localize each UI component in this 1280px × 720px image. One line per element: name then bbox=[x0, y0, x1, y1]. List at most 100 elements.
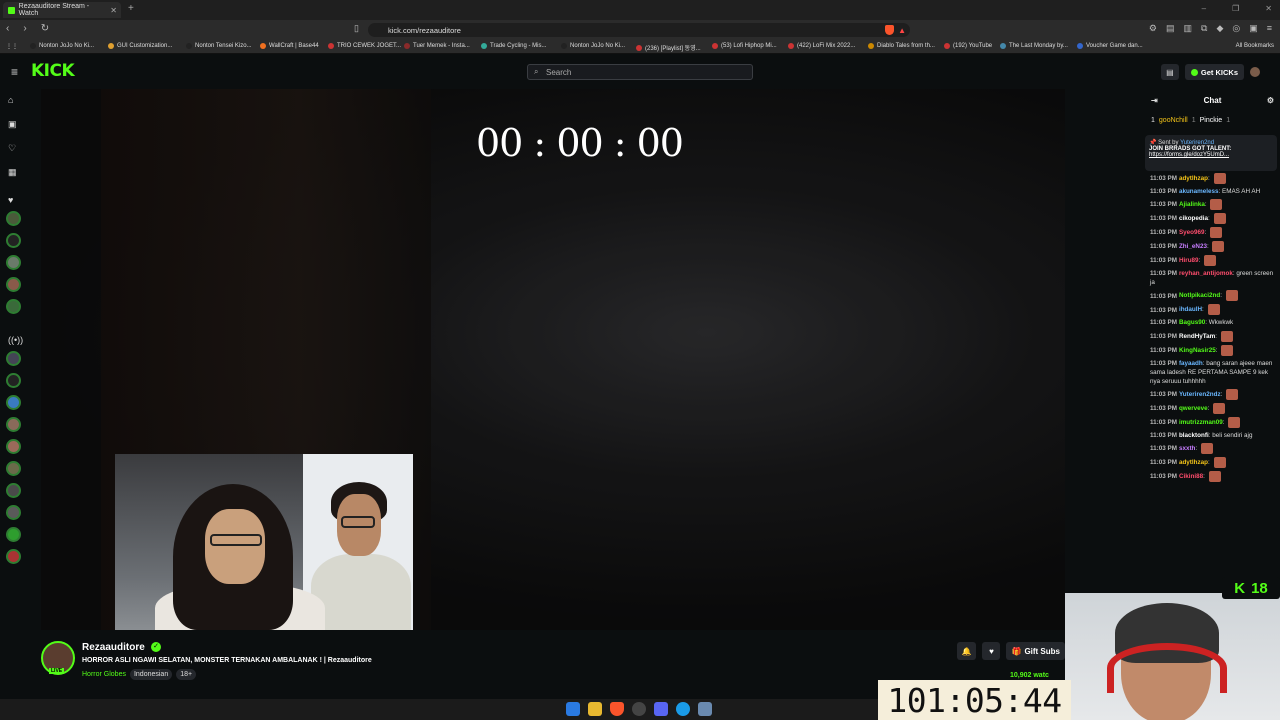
bookmark-item[interactable]: (192) YouTube bbox=[944, 43, 992, 49]
bookmark-item[interactable]: WallCraft | Base44 bbox=[260, 43, 319, 49]
message-username[interactable]: Ajialinka bbox=[1179, 201, 1205, 208]
mature-tag[interactable]: 18+ bbox=[176, 669, 197, 680]
bookmark-item[interactable]: (422) LoFi Mix 2022... bbox=[788, 43, 855, 49]
bookmark-item[interactable]: Nonton Tensei Kizo... bbox=[186, 43, 252, 49]
message-username[interactable]: cikopedia bbox=[1179, 215, 1208, 222]
brave-shield-icon[interactable] bbox=[885, 25, 894, 35]
follow-heart-button[interactable]: ♥ bbox=[982, 642, 1001, 660]
minimize-icon[interactable]: – bbox=[1202, 4, 1206, 13]
forward-icon[interactable]: › bbox=[23, 23, 26, 34]
new-tab-icon[interactable]: + bbox=[128, 3, 134, 14]
reload-icon[interactable]: ↻ bbox=[41, 23, 49, 34]
followed-channel-avatar[interactable] bbox=[6, 255, 21, 270]
followed-channel-avatar[interactable] bbox=[6, 299, 21, 314]
bookmark-item[interactable]: Nonton JoJo No Ki... bbox=[30, 43, 94, 49]
sidebar-icon[interactable]: ▥ bbox=[1183, 23, 1192, 34]
message-username[interactable]: blacktonfi bbox=[1179, 432, 1209, 439]
all-bookmarks-button[interactable]: All Bookmarks bbox=[1236, 43, 1274, 49]
pinned-link[interactable]: https://forms.gle/dozY5UmD... bbox=[1149, 152, 1229, 158]
message-username[interactable]: fayaadh bbox=[1179, 360, 1203, 367]
clips-icon[interactable]: ▦ bbox=[8, 167, 17, 178]
apps-icon[interactable]: ⋮⋮ bbox=[6, 43, 18, 50]
bookmark-item[interactable]: Voucher Game dan... bbox=[1077, 43, 1143, 49]
file-explorer-icon[interactable] bbox=[588, 702, 602, 716]
url-field[interactable]: kick.com/rezaauditore ▲ bbox=[368, 23, 910, 37]
recommended-channel-avatar[interactable] bbox=[6, 483, 21, 498]
recommended-channel-avatar[interactable] bbox=[6, 395, 21, 410]
home-icon[interactable]: ⌂ bbox=[8, 95, 13, 105]
message-username[interactable]: reyhan_antijomok bbox=[1179, 270, 1233, 277]
chat-settings-icon[interactable]: ⚙ bbox=[1267, 96, 1274, 105]
gift-subs-button[interactable]: 🎁 Gift Subs bbox=[1006, 642, 1065, 660]
discord-icon[interactable] bbox=[654, 702, 668, 716]
category-link[interactable]: Horror Globes bbox=[82, 671, 126, 678]
kick-logo[interactable]: KICK bbox=[31, 61, 75, 81]
message-username[interactable]: imutrizzman09 bbox=[1179, 419, 1223, 426]
video-player[interactable]: 00 : 00 : 00 bbox=[41, 89, 1065, 630]
recommended-channel-avatar[interactable] bbox=[6, 351, 21, 366]
extension-icon[interactable]: ▤ bbox=[1166, 23, 1175, 34]
recommended-channel-avatar[interactable] bbox=[6, 527, 21, 542]
browser-tab[interactable]: Rezaauditore Stream - Watch ✕ bbox=[3, 2, 121, 18]
language-tag[interactable]: Indonesian bbox=[129, 669, 173, 680]
recommended-channel-avatar[interactable] bbox=[6, 549, 21, 564]
wallet-icon[interactable]: ▣ bbox=[1249, 23, 1258, 34]
search-input[interactable]: ⌕ Search bbox=[527, 64, 753, 80]
message-username[interactable]: Zhi_eN23 bbox=[1179, 243, 1207, 250]
notification-bell-button[interactable]: 🔔 bbox=[956, 642, 977, 660]
vpn-icon[interactable]: ◎ bbox=[1232, 23, 1240, 34]
close-window-icon[interactable]: ✕ bbox=[1265, 4, 1272, 13]
bookmark-item[interactable]: Trade Cycling - Mis... bbox=[481, 43, 546, 49]
menu-icon[interactable]: ≡ bbox=[1267, 23, 1272, 34]
bookmark-item[interactable]: GUI Customization... bbox=[108, 43, 172, 49]
message-username[interactable]: adytlhzap bbox=[1179, 175, 1208, 182]
bookmark-item[interactable]: The Last Monday by... bbox=[1000, 43, 1068, 49]
bookmark-item[interactable]: (53) Lofi Hiphop Mi... bbox=[712, 43, 777, 49]
message-username[interactable]: Hiru89 bbox=[1179, 257, 1199, 264]
channel-name[interactable]: Rezaauditore bbox=[82, 642, 145, 653]
recommended-channel-avatar[interactable] bbox=[6, 373, 21, 388]
brave-rewards-icon[interactable]: ▲ bbox=[898, 26, 906, 35]
recommended-channel-avatar[interactable] bbox=[6, 505, 21, 520]
recommended-channel-avatar[interactable] bbox=[6, 461, 21, 476]
extension-icon[interactable]: ⧉ bbox=[1201, 23, 1207, 34]
obs-icon[interactable] bbox=[632, 702, 646, 716]
maximize-icon[interactable]: ❐ bbox=[1232, 4, 1239, 13]
back-icon[interactable]: ‹ bbox=[6, 23, 9, 34]
recommended-channel-avatar[interactable] bbox=[6, 417, 21, 432]
close-tab-icon[interactable]: ✕ bbox=[110, 6, 117, 15]
leaderboard-user[interactable]: gooNchill bbox=[1159, 117, 1188, 124]
recommended-channel-avatar[interactable] bbox=[6, 439, 21, 454]
edge-icon[interactable] bbox=[676, 702, 690, 716]
browse-icon[interactable]: ▣ bbox=[8, 119, 17, 130]
windows-start-icon[interactable] bbox=[566, 702, 580, 716]
message-username[interactable]: qwerveve bbox=[1179, 405, 1208, 412]
extension-icon[interactable]: ◆ bbox=[1216, 23, 1223, 34]
message-username[interactable]: ihdaulH bbox=[1179, 307, 1202, 314]
bookmark-icon[interactable]: ▯ bbox=[354, 23, 359, 34]
followed-channel-avatar[interactable] bbox=[6, 211, 21, 226]
message-username[interactable]: adytlhzap bbox=[1179, 459, 1208, 466]
bookmark-item[interactable]: Tuer Memek - Insta... bbox=[404, 43, 470, 49]
message-username[interactable]: Yuteriren2ndz bbox=[1179, 391, 1221, 398]
bookmark-item[interactable]: TRIO CEWEK JOGET... bbox=[328, 43, 401, 49]
leaderboard-user[interactable]: Pinckie bbox=[1200, 117, 1223, 124]
bookmark-item[interactable]: Diablo Tales from th... bbox=[868, 43, 935, 49]
message-username[interactable]: akunameless bbox=[1179, 188, 1219, 195]
message-username[interactable]: Syeo969 bbox=[1179, 229, 1205, 236]
user-avatar[interactable] bbox=[1250, 67, 1260, 77]
browse-icon[interactable]: ▤ bbox=[1160, 64, 1179, 80]
app-icon[interactable] bbox=[698, 702, 712, 716]
get-kicks-button[interactable]: Get KICKs bbox=[1184, 64, 1244, 80]
bookmark-item[interactable]: Nonton JoJo No Ki... bbox=[561, 43, 625, 49]
brave-browser-icon[interactable] bbox=[610, 702, 624, 716]
followed-channel-avatar[interactable] bbox=[6, 277, 21, 292]
message-username[interactable]: RendHyTam bbox=[1179, 333, 1215, 340]
extension-icon[interactable]: ⚙ bbox=[1149, 23, 1157, 34]
message-username[interactable]: Bagus90 bbox=[1179, 319, 1205, 326]
message-username[interactable]: Notlpikaci2nd bbox=[1179, 293, 1220, 300]
message-username[interactable]: KingNasir25 bbox=[1179, 347, 1216, 354]
collapse-chat-icon[interactable]: ⇥ bbox=[1151, 96, 1158, 105]
message-username[interactable]: sxxth bbox=[1179, 445, 1195, 452]
following-icon[interactable]: ♡ bbox=[8, 143, 16, 154]
